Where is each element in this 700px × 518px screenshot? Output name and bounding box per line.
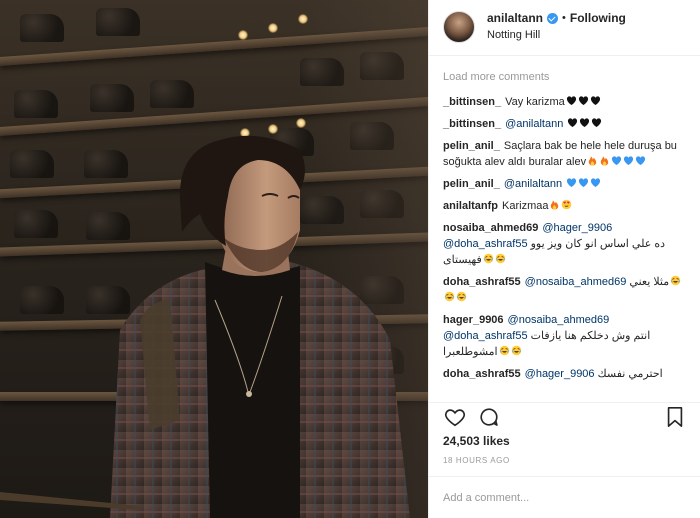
- heart-outline-icon[interactable]: [443, 405, 467, 429]
- comment-username[interactable]: pelin_anil_: [443, 140, 500, 152]
- laughing-tears-icon: [499, 345, 509, 356]
- post-sidebar: anilaltann • Following Notting Hill Load…: [428, 0, 700, 518]
- speech-bubble-icon[interactable]: [477, 405, 501, 429]
- man-portrait: [0, 135, 410, 518]
- comment-item: hager_9906 @nosaiba_ahmed69 @doha_ashraf5…: [443, 312, 687, 360]
- comment-mention[interactable]: @anilaltann: [504, 178, 562, 190]
- blue-heart-icon: [636, 156, 646, 166]
- comment-mention[interactable]: @nosaiba_ahmed69: [525, 276, 627, 288]
- comment-text: Vay karizma: [505, 96, 565, 108]
- laughing-tears-icon: [456, 291, 467, 302]
- comment-item: _bittinsen_ Vay karizma: [443, 94, 687, 110]
- comment-item: _bittinsen_ @anilaltann: [443, 116, 687, 132]
- comment-username[interactable]: _bittinsen_: [443, 118, 501, 130]
- location-link[interactable]: Notting Hill: [487, 28, 626, 43]
- blue-heart-icon: [624, 156, 634, 166]
- post-view: anilaltann • Following Notting Hill Load…: [0, 0, 700, 518]
- comment-username[interactable]: anilaltanfp: [443, 200, 498, 212]
- blue-heart-icon: [579, 178, 589, 188]
- following-button[interactable]: Following: [570, 11, 626, 26]
- laughing-tears-icon: [495, 253, 506, 264]
- username-link[interactable]: anilaltann: [487, 11, 543, 26]
- comment-username[interactable]: pelin_anil_: [443, 178, 500, 190]
- action-bar: [429, 402, 700, 430]
- comment-username[interactable]: nosaiba_ahmed69: [443, 222, 538, 234]
- post-photo[interactable]: [0, 0, 428, 518]
- comment-mention[interactable]: @hager_9906: [525, 368, 595, 380]
- fire-icon: [551, 200, 559, 210]
- blue-heart-icon: [567, 178, 577, 188]
- comment-username[interactable]: doha_ashraf55: [443, 276, 521, 288]
- separator-dot: •: [562, 12, 566, 24]
- comment-text: مثلا يعني: [629, 276, 670, 288]
- add-comment-bar: [429, 476, 700, 518]
- comment-mention[interactable]: @anilaltann: [505, 118, 563, 130]
- black-heart-icon: [592, 118, 602, 128]
- post-timestamp[interactable]: 18 HOURS AGO: [443, 456, 510, 465]
- comment-mention[interactable]: @doha_ashraf55: [443, 330, 528, 342]
- comment-item: nosaiba_ahmed69 @hager_9906 @doha_ashraf5…: [443, 220, 687, 268]
- black-heart-icon: [578, 96, 588, 106]
- comment-mention[interactable]: @nosaiba_ahmed69: [508, 314, 610, 326]
- comment-text: Karizmaa: [502, 200, 549, 212]
- black-heart-icon: [580, 118, 590, 128]
- verified-badge-icon: [547, 13, 559, 24]
- comment-username[interactable]: hager_9906: [443, 314, 504, 326]
- laughing-tears-icon: [483, 253, 494, 264]
- header-row: anilaltann • Following: [487, 11, 626, 26]
- black-heart-icon: [566, 96, 576, 106]
- header-text: anilaltann • Following Notting Hill: [487, 11, 626, 43]
- comment-username[interactable]: doha_ashraf55: [443, 368, 521, 380]
- comment-item: doha_ashraf55 @nosaiba_ahmed69 مثلا يعني: [443, 274, 687, 306]
- comment-username[interactable]: _bittinsen_: [443, 96, 501, 108]
- comment-item: pelin_anil_ Saçlara bak be hele hele duru…: [443, 138, 687, 170]
- laughing-tears-icon: [511, 345, 521, 356]
- comments-list: Load more comments _bittinsen_ Vay karizm…: [429, 70, 700, 402]
- blue-heart-icon: [591, 178, 601, 188]
- comment-item: anilaltanfp Karizmaa: [443, 198, 687, 214]
- comment-item: doha_ashraf55 @hager_9906 احترمي نفسك: [443, 366, 687, 382]
- fire-icon: [588, 156, 597, 166]
- black-heart-icon: [568, 118, 578, 128]
- post-header: anilaltann • Following Notting Hill: [429, 0, 700, 56]
- laughing-tears-icon: [444, 291, 455, 302]
- laughing-tears-icon: [670, 275, 681, 286]
- bookmark-icon[interactable]: [663, 405, 687, 429]
- load-more-comments-link[interactable]: Load more comments: [443, 70, 687, 84]
- comment-input[interactable]: [443, 491, 687, 504]
- comment-mention[interactable]: @hager_9906: [542, 222, 612, 234]
- likes-count[interactable]: 24,503 likes: [443, 434, 510, 448]
- fire-icon: [600, 156, 609, 166]
- comment-mention[interactable]: @doha_ashraf55: [443, 238, 528, 250]
- avatar[interactable]: [443, 11, 475, 43]
- blue-heart-icon: [612, 156, 622, 166]
- comment-text: احترمي نفسك: [597, 368, 663, 380]
- heart-eyes-icon: [562, 199, 572, 210]
- black-heart-icon: [590, 96, 600, 106]
- comment-item: pelin_anil_ @anilaltann: [443, 176, 687, 192]
